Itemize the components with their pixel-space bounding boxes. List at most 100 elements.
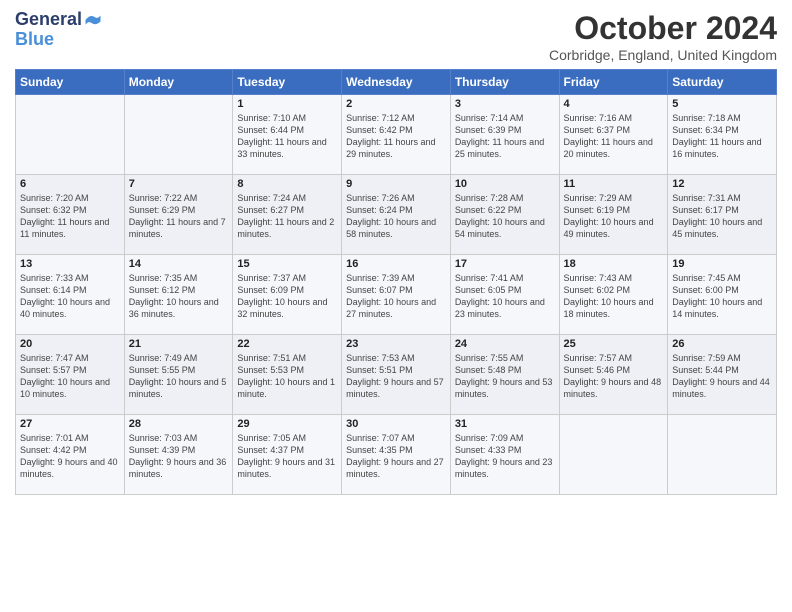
day-number: 13 [20,258,120,270]
day-detail: Sunrise: 7:05 AMSunset: 4:37 PMDaylight:… [237,432,337,481]
day-detail: Sunrise: 7:59 AMSunset: 5:44 PMDaylight:… [672,352,772,401]
day-detail: Sunrise: 7:20 AMSunset: 6:32 PMDaylight:… [20,192,120,241]
day-number: 10 [455,178,555,190]
day-detail: Sunrise: 7:29 AMSunset: 6:19 PMDaylight:… [564,192,664,241]
day-cell: 28 Sunrise: 7:03 AMSunset: 4:39 PMDayligh… [124,415,233,495]
day-number: 11 [564,178,664,190]
col-thursday: Thursday [450,70,559,95]
day-cell: 2Sunrise: 7:12 AMSunset: 6:42 PMDaylight… [342,95,451,175]
day-detail: Sunrise: 7:18 AMSunset: 6:34 PMDaylight:… [672,112,772,161]
title-block: October 2024 Corbridge, England, United … [549,10,777,63]
day-cell [668,415,777,495]
day-cell: 4 Sunrise: 7:16 AMSunset: 6:37 PMDaylight… [559,95,668,175]
day-number: 30 [346,418,446,430]
day-cell: 22 Sunrise: 7:51 AMSunset: 5:53 PMDayligh… [233,335,342,415]
day-detail: Sunrise: 7:39 AMSunset: 6:07 PMDaylight:… [346,272,446,321]
day-number: 5 [672,98,772,110]
col-sunday: Sunday [16,70,125,95]
day-cell: 12 Sunrise: 7:31 AMSunset: 6:17 PMDayligh… [668,175,777,255]
col-friday: Friday [559,70,668,95]
day-number: 24 [455,338,555,350]
day-number: 25 [564,338,664,350]
day-detail: Sunrise: 7:51 AMSunset: 5:53 PMDaylight:… [237,352,337,401]
day-detail: Sunrise: 7:14 AMSunset: 6:39 PMDaylight:… [455,112,555,161]
day-cell: 9Sunrise: 7:26 AMSunset: 6:24 PMDaylight… [342,175,451,255]
day-detail: Sunrise: 7:28 AMSunset: 6:22 PMDaylight:… [455,192,555,241]
day-cell [559,415,668,495]
day-detail: Sunrise: 7:31 AMSunset: 6:17 PMDaylight:… [672,192,772,241]
day-cell [16,95,125,175]
day-cell: 18 Sunrise: 7:43 AMSunset: 6:02 PMDayligh… [559,255,668,335]
day-detail: Sunrise: 7:45 AMSunset: 6:00 PMDaylight:… [672,272,772,321]
day-detail: Sunrise: 7:16 AMSunset: 6:37 PMDaylight:… [564,112,664,161]
day-number: 8 [237,178,337,190]
day-number: 17 [455,258,555,270]
week-row-1: 1Sunrise: 7:10 AMSunset: 6:44 PMDaylight… [16,95,777,175]
week-row-2: 6 Sunrise: 7:20 AMSunset: 6:32 PMDaylight… [16,175,777,255]
logo: General Blue [15,10,102,50]
day-detail: Sunrise: 7:24 AMSunset: 6:27 PMDaylight:… [237,192,337,241]
day-number: 28 [129,418,229,430]
day-number: 22 [237,338,337,350]
header-row: Sunday Monday Tuesday Wednesday Thursday… [16,70,777,95]
day-number: 18 [564,258,664,270]
day-number: 1 [237,98,337,110]
week-row-3: 13 Sunrise: 7:33 AMSunset: 6:14 PMDayligh… [16,255,777,335]
day-cell: 8 Sunrise: 7:24 AMSunset: 6:27 PMDaylight… [233,175,342,255]
day-number: 14 [129,258,229,270]
day-number: 20 [20,338,120,350]
day-cell: 21 Sunrise: 7:49 AMSunset: 5:55 PMDayligh… [124,335,233,415]
day-number: 21 [129,338,229,350]
logo-icon [84,11,102,29]
day-detail: Sunrise: 7:09 AMSunset: 4:33 PMDaylight:… [455,432,555,481]
day-detail: Sunrise: 7:43 AMSunset: 6:02 PMDaylight:… [564,272,664,321]
day-number: 6 [20,178,120,190]
day-detail: Sunrise: 7:01 AMSunset: 4:42 PMDaylight:… [20,432,120,481]
day-cell: 17 Sunrise: 7:41 AMSunset: 6:05 PMDayligh… [450,255,559,335]
day-number: 23 [346,338,446,350]
day-detail: Sunrise: 7:33 AMSunset: 6:14 PMDaylight:… [20,272,120,321]
calendar-page: General Blue October 2024 Corbridge, Eng… [0,0,792,612]
day-detail: Sunrise: 7:03 AMSunset: 4:39 PMDaylight:… [129,432,229,481]
day-detail: Sunrise: 7:26 AMSunset: 6:24 PMDaylight:… [346,192,446,241]
day-detail: Sunrise: 7:41 AMSunset: 6:05 PMDaylight:… [455,272,555,321]
day-detail: Sunrise: 7:37 AMSunset: 6:09 PMDaylight:… [237,272,337,321]
day-cell: 5 Sunrise: 7:18 AMSunset: 6:34 PMDaylight… [668,95,777,175]
day-cell: 24Sunrise: 7:55 AMSunset: 5:48 PMDayligh… [450,335,559,415]
day-cell: 27 Sunrise: 7:01 AMSunset: 4:42 PMDayligh… [16,415,125,495]
day-number: 26 [672,338,772,350]
col-monday: Monday [124,70,233,95]
day-detail: Sunrise: 7:49 AMSunset: 5:55 PMDaylight:… [129,352,229,401]
day-cell: 7 Sunrise: 7:22 AMSunset: 6:29 PMDaylight… [124,175,233,255]
day-detail: Sunrise: 7:07 AMSunset: 4:35 PMDaylight:… [346,432,446,481]
calendar-table: Sunday Monday Tuesday Wednesday Thursday… [15,69,777,495]
day-cell: 23 Sunrise: 7:53 AMSunset: 5:51 PMDayligh… [342,335,451,415]
day-detail: Sunrise: 7:22 AMSunset: 6:29 PMDaylight:… [129,192,229,241]
day-number: 3 [455,98,555,110]
day-number: 4 [564,98,664,110]
logo-text-blue: Blue [15,30,54,50]
day-detail: Sunrise: 7:35 AMSunset: 6:12 PMDaylight:… [129,272,229,321]
day-number: 31 [455,418,555,430]
day-detail: Sunrise: 7:47 AMSunset: 5:57 PMDaylight:… [20,352,120,401]
col-wednesday: Wednesday [342,70,451,95]
col-saturday: Saturday [668,70,777,95]
col-tuesday: Tuesday [233,70,342,95]
week-row-5: 27 Sunrise: 7:01 AMSunset: 4:42 PMDayligh… [16,415,777,495]
day-number: 16 [346,258,446,270]
day-number: 27 [20,418,120,430]
month-title: October 2024 [549,10,777,47]
day-detail: Sunrise: 7:12 AMSunset: 6:42 PMDaylight:… [346,112,446,161]
header: General Blue October 2024 Corbridge, Eng… [15,10,777,63]
location: Corbridge, England, United Kingdom [549,47,777,63]
day-detail: Sunrise: 7:53 AMSunset: 5:51 PMDaylight:… [346,352,446,401]
day-cell: 1Sunrise: 7:10 AMSunset: 6:44 PMDaylight… [233,95,342,175]
day-cell: 31 Sunrise: 7:09 AMSunset: 4:33 PMDayligh… [450,415,559,495]
day-number: 7 [129,178,229,190]
logo-text-general: General [15,10,82,30]
day-cell: 19 Sunrise: 7:45 AMSunset: 6:00 PMDayligh… [668,255,777,335]
day-cell: 25Sunrise: 7:57 AMSunset: 5:46 PMDayligh… [559,335,668,415]
day-cell: 3 Sunrise: 7:14 AMSunset: 6:39 PMDaylight… [450,95,559,175]
day-number: 12 [672,178,772,190]
day-number: 19 [672,258,772,270]
